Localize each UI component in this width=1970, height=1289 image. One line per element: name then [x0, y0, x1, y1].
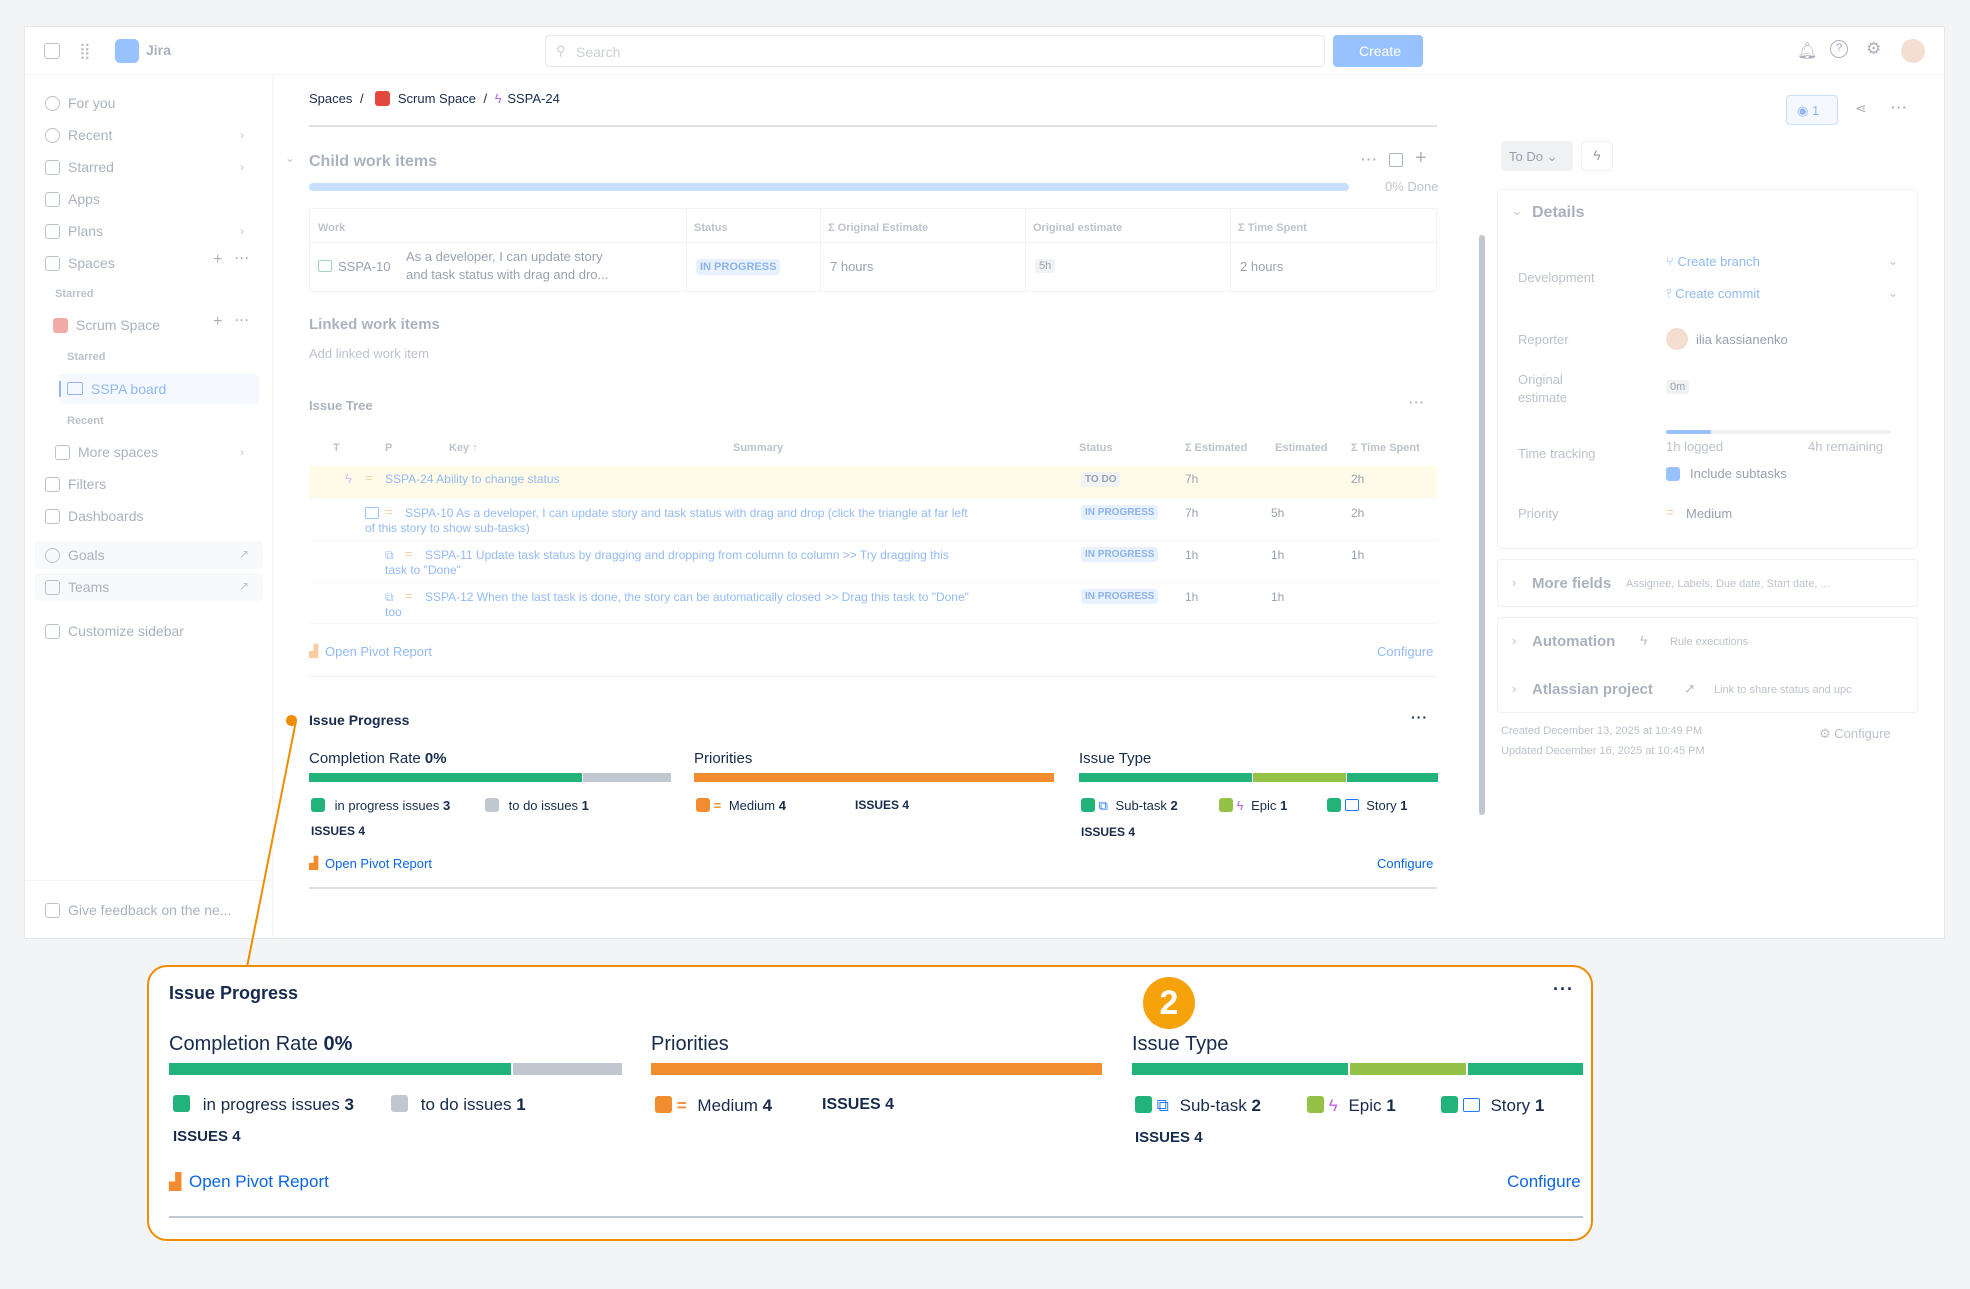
epic-count: 1: [1386, 1096, 1396, 1115]
subtask-label: Sub-task: [1179, 1096, 1247, 1115]
subtask-count: 2: [1251, 1096, 1261, 1115]
zoom-epic-legend[interactable]: ϟ Epic 1: [1307, 1096, 1396, 1116]
zoom-completion-rate: Completion Rate 0%: [169, 1033, 352, 1056]
callout-line: [246, 720, 297, 968]
story-count: 1: [1534, 1096, 1545, 1115]
zoom-story-legend[interactable]: Story 1: [1441, 1096, 1544, 1116]
zoom-open-pivot-report-link[interactable]: Open Pivot Report: [189, 1172, 329, 1192]
zoomed-issue-progress: Issue Progress ··· Completion Rate 0% in…: [147, 965, 1593, 1241]
epic-icon: ϟ: [1328, 1096, 1338, 1115]
zoom-priority-issues-total: ISSUES 4: [822, 1096, 894, 1114]
zoom-subtask-legend[interactable]: ⧉ Sub-task 2: [1135, 1096, 1261, 1116]
more-icon[interactable]: ···: [1553, 979, 1574, 1000]
issues-label: ISSUES: [1135, 1129, 1191, 1146]
medium-count: 4: [762, 1096, 773, 1115]
story-icon: [1462, 1098, 1480, 1112]
zoom-in-progress-bar[interactable]: [169, 1063, 511, 1075]
legend-swatch: [391, 1095, 408, 1112]
zoom-issues-total: ISSUES 4: [173, 1128, 241, 1145]
pivot-icon: ▟: [169, 1174, 182, 1191]
zoom-progress-title: Issue Progress: [169, 983, 299, 1003]
completion-label: Completion Rate: [169, 1033, 318, 1055]
zoom-configure-link[interactable]: Configure: [1507, 1172, 1581, 1192]
legend-swatch: [1135, 1096, 1152, 1113]
zoom-issue-type-title: Issue Type: [1132, 1033, 1229, 1055]
priority-medium-icon: =: [676, 1096, 687, 1115]
in-progress-label: in progress issues: [202, 1095, 340, 1114]
subtask-icon: ⧉: [1156, 1096, 1169, 1115]
todo-count: 1: [516, 1095, 526, 1114]
issues-label: ISSUES: [822, 1096, 881, 1113]
divider: [169, 1216, 1583, 1218]
zoom-in-progress-legend[interactable]: in progress issues 3: [173, 1095, 354, 1115]
epic-label: Epic: [1348, 1096, 1382, 1115]
legend-swatch: [1441, 1096, 1458, 1113]
zoom-priorities-title: Priorities: [651, 1033, 729, 1055]
zoom-subtask-bar[interactable]: [1132, 1063, 1348, 1075]
medium-label: Medium: [697, 1096, 758, 1115]
zoom-type-issues-total: ISSUES 4: [1135, 1129, 1203, 1146]
issues-count: 4: [1194, 1129, 1203, 1146]
zoom-todo-legend[interactable]: to do issues 1: [391, 1095, 526, 1115]
zoom-medium-priority-bar[interactable]: [651, 1063, 1102, 1075]
legend-swatch: [655, 1096, 672, 1113]
zoom-todo-bar[interactable]: [513, 1063, 622, 1075]
legend-swatch: [1307, 1096, 1324, 1113]
todo-label: to do issues: [420, 1095, 512, 1114]
legend-swatch: [173, 1095, 190, 1112]
issues-label: ISSUES: [173, 1128, 229, 1145]
story-label: Story: [1490, 1096, 1531, 1115]
issues-count: 4: [232, 1128, 241, 1145]
callout-number-badge: 2: [1143, 977, 1195, 1029]
issues-count: 4: [885, 1096, 895, 1113]
zoom-epic-bar[interactable]: [1350, 1063, 1466, 1075]
completion-value: 0%: [323, 1033, 353, 1055]
zoom-story-bar[interactable]: [1468, 1063, 1583, 1075]
in-progress-count: 3: [344, 1095, 354, 1114]
zoom-medium-legend[interactable]: = Medium 4: [655, 1096, 772, 1116]
